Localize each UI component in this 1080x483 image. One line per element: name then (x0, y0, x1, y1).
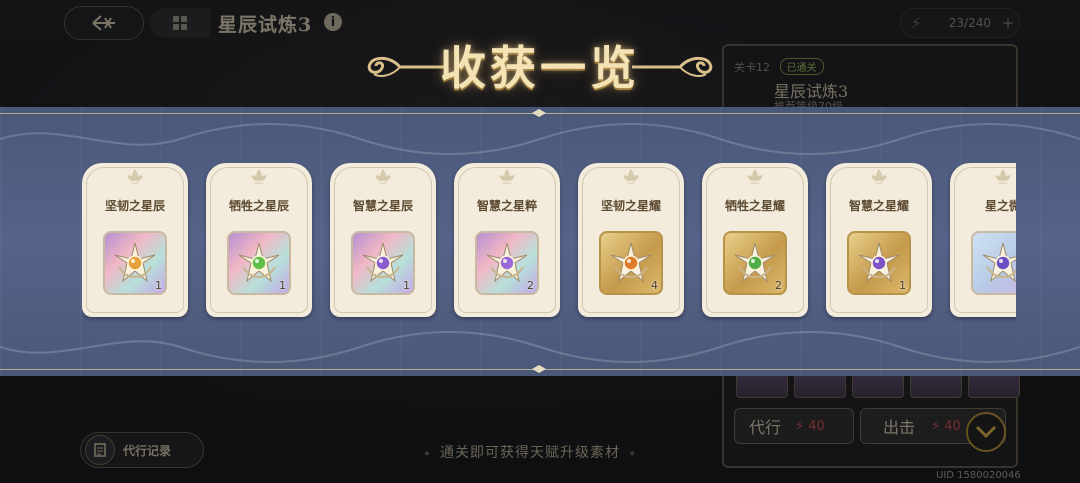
reward-card[interactable]: 智慧之星辰 1 (330, 163, 436, 317)
diamond-icon (532, 109, 546, 117)
fleur-icon (251, 169, 267, 184)
item-count: 1 (899, 279, 906, 292)
star-emblem-icon (238, 242, 280, 283)
item-name: 牺牲之星辰 (228, 199, 289, 213)
reward-card[interactable]: 坚韧之星耀 4 (578, 163, 684, 317)
item-name: 坚韧之星耀 (600, 199, 661, 213)
band-pattern (0, 123, 1080, 155)
ornament-right-icon (632, 56, 713, 77)
reward-card[interactable]: 牺牲之星耀 2 (702, 163, 808, 317)
item-name: 智慧之星耀 (848, 199, 909, 213)
fleur-icon (499, 169, 515, 184)
item-count: 2 (775, 279, 782, 292)
item-count: 4 (651, 279, 658, 292)
item-count: 1 (155, 279, 162, 292)
star-emblem-icon (982, 242, 1016, 283)
item-icon-box[interactable]: 2 (971, 231, 1016, 295)
reward-card[interactable]: 坚韧之星辰 1 (82, 163, 188, 317)
fleur-icon (127, 169, 143, 184)
reward-card[interactable]: 智慧之星耀 1 (826, 163, 932, 317)
star-emblem-icon (114, 242, 156, 283)
fleur-icon (995, 169, 1011, 184)
item-count: 1 (403, 279, 410, 292)
reward-card-row: 坚韧之星辰 1 牺牲之星辰 1 智慧之星辰 1 智慧之星粹 2 坚韧之星耀 4 牺牲之星耀 2 智慧之星… (82, 163, 1016, 323)
item-icon-box[interactable]: 4 (599, 231, 663, 295)
reward-card[interactable]: 星之微 2 (950, 163, 1016, 317)
star-emblem-icon (858, 242, 900, 283)
fleur-icon (623, 169, 639, 184)
item-icon-box[interactable]: 1 (351, 231, 415, 295)
reward-card[interactable]: 牺牲之星辰 1 (206, 163, 312, 317)
harvest-band: 坚韧之星辰 1 牺牲之星辰 1 智慧之星辰 1 智慧之星粹 2 坚韧之星耀 4 牺牲之星耀 2 智慧之星… (0, 107, 1080, 376)
star-emblem-icon (610, 242, 652, 283)
item-icon-box[interactable]: 2 (723, 231, 787, 295)
band-pattern (0, 331, 1080, 363)
item-icon-box[interactable]: 2 (475, 231, 539, 295)
item-name: 牺牲之星耀 (724, 199, 785, 213)
fleur-icon (375, 169, 391, 184)
item-name: 智慧之星辰 (352, 199, 413, 213)
star-emblem-icon (486, 242, 528, 283)
item-count: 2 (527, 279, 534, 292)
harvest-title-wrap: 收获一览 (360, 30, 720, 100)
fleur-icon (871, 169, 887, 184)
item-count: 1 (279, 279, 286, 292)
item-name: 智慧之星粹 (476, 199, 537, 213)
star-emblem-icon (362, 242, 404, 283)
star-emblem-icon (734, 242, 776, 283)
item-name: 坚韧之星辰 (104, 199, 165, 213)
reward-card[interactable]: 智慧之星粹 2 (454, 163, 560, 317)
item-icon-box[interactable]: 1 (103, 231, 167, 295)
item-icon-box[interactable]: 1 (847, 231, 911, 295)
item-name: 星之微 (984, 199, 1016, 213)
fleur-icon (747, 169, 763, 184)
item-icon-box[interactable]: 1 (227, 231, 291, 295)
